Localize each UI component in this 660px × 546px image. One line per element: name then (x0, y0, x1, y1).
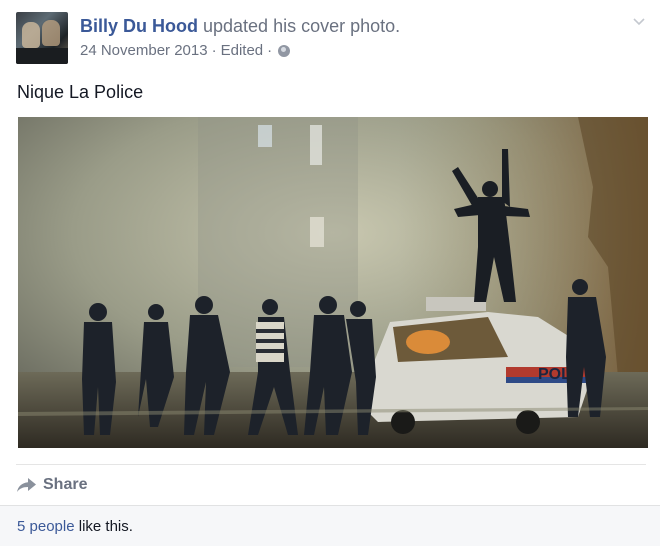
share-arrow-icon (17, 478, 36, 492)
edited-link[interactable]: Edited (221, 41, 264, 61)
post-action-text: updated his cover photo. (198, 16, 401, 36)
meta-separator-2: · (267, 42, 273, 59)
cover-photo[interactable]: POL (18, 117, 648, 448)
likes-summary: 5 people like this. (17, 518, 133, 536)
globe-icon[interactable] (278, 45, 291, 57)
divider (16, 464, 646, 465)
striped-shirt-person (256, 322, 284, 362)
chevron-down-icon[interactable] (632, 14, 646, 28)
post-header: Billy Du Hood updated his cover photo. (80, 14, 400, 38)
cover-photo-image: POL (18, 117, 648, 448)
post-date-link[interactable]: 24 November 2013 (80, 41, 208, 61)
share-button[interactable]: Share (17, 474, 87, 496)
meta-separator: · (211, 42, 217, 59)
likes-bar: 5 people like this. (0, 505, 660, 546)
post-status-text: Nique La Police (17, 82, 144, 102)
post-meta: 24 November 2013 · Edited · (80, 41, 291, 61)
author-name-link[interactable]: Billy Du Hood (80, 16, 198, 36)
car-police-label: POL (538, 366, 571, 383)
share-label: Share (43, 476, 88, 493)
likes-suffix: like this. (74, 518, 133, 535)
facebook-post: Billy Du Hood updated his cover photo. 2… (0, 0, 660, 546)
likes-count-link[interactable]: 5 people (17, 518, 75, 535)
avatar[interactable] (16, 12, 68, 64)
